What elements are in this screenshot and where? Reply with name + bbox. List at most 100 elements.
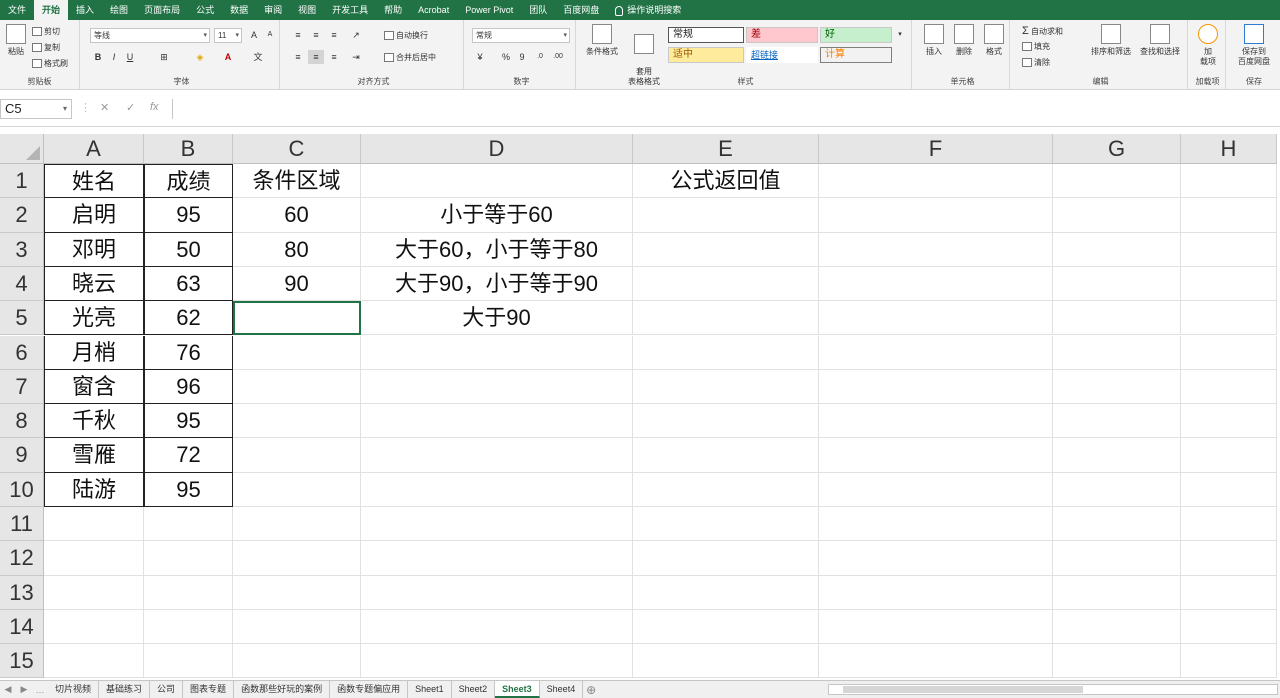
cell-g6[interactable] [1053,335,1181,370]
row-header[interactable]: 11 [0,507,44,542]
cell-f2[interactable] [819,198,1053,233]
column-header[interactable]: C [233,134,361,164]
cell-a12[interactable] [44,541,144,576]
align-top-button[interactable]: ≡ [290,28,306,42]
cell-c11[interactable] [233,507,361,542]
ribbon-tab[interactable]: 绘图 [102,0,136,20]
save-baidu-button[interactable]: 保存到 百度网盘 [1230,20,1278,67]
cell-d11[interactable] [361,507,633,542]
delete-button[interactable]: 删除 [950,20,978,57]
cell-e1[interactable]: 公式返回值 [633,164,819,199]
cell-g11[interactable] [1053,507,1181,542]
ribbon-tab[interactable]: Acrobat [410,0,457,20]
cell-e7[interactable] [633,369,819,405]
cell-e2[interactable] [633,198,819,233]
confirm-button[interactable]: ✓ [126,101,135,114]
cell-a5[interactable]: 光亮 [44,301,144,336]
ribbon-tab[interactable]: 文件 [0,0,34,20]
cell-a11[interactable] [44,507,144,542]
cell-b4[interactable]: 63 [144,266,233,302]
sheet-tab[interactable]: 基础练习 [99,681,151,698]
cell-g13[interactable] [1053,575,1181,610]
column-header[interactable]: B [144,134,233,164]
orientation-button[interactable]: ↗ [348,28,364,42]
cell-e13[interactable] [633,575,819,610]
cell-f1[interactable] [819,164,1053,199]
style-good[interactable]: 好 [820,27,892,43]
ribbon-tab[interactable]: 插入 [68,0,102,20]
style-calc[interactable]: 计算 [820,47,892,63]
cell-b2[interactable]: 95 [144,198,233,233]
cell-d12[interactable] [361,541,633,576]
cell-e10[interactable] [633,472,819,507]
cell-c14[interactable] [233,609,361,645]
cell-b11[interactable] [144,507,233,542]
autosum-button[interactable]: Σ 自动求和 [1022,25,1063,37]
grow-font-button[interactable]: A [246,28,262,42]
copy-button[interactable]: 复制 [32,42,60,53]
ribbon-tab[interactable]: 视图 [290,0,324,20]
cell-c8[interactable] [233,404,361,439]
cell-c10[interactable] [233,472,361,507]
cell-f4[interactable] [819,266,1053,302]
ribbon-tab[interactable]: 开发工具 [324,0,376,20]
row-header[interactable]: 10 [0,472,44,507]
cell-c1[interactable]: 条件区域 [233,164,361,199]
cell-c7[interactable] [233,369,361,405]
column-header[interactable]: D [361,134,633,164]
merge-center-button[interactable]: 合并后居中 [384,52,436,63]
cell-c5[interactable] [233,301,361,336]
cell-d9[interactable] [361,438,633,473]
row-header[interactable]: 12 [0,541,44,576]
number-format-select[interactable]: 常规 ▾ [472,28,570,43]
cell-c4[interactable]: 90 [233,266,361,302]
underline-button[interactable]: U [122,50,138,64]
cell-a15[interactable] [44,644,144,679]
cell-d2[interactable]: 小于等于60 [361,198,633,233]
align-left-button[interactable]: ≡ [290,50,306,64]
row-header[interactable]: 13 [0,575,44,610]
cut-button[interactable]: 剪切 [32,26,60,37]
row-header[interactable]: 15 [0,644,44,679]
cell-d6[interactable] [361,335,633,370]
style-bad[interactable]: 差 [746,27,818,43]
cell-b7[interactable]: 96 [144,369,233,405]
clear-button[interactable]: 清除 [1022,57,1050,68]
align-center-button[interactable]: ≡ [308,50,324,64]
cell-e12[interactable] [633,541,819,576]
cell-f5[interactable] [819,301,1053,336]
cell-b5[interactable]: 62 [144,301,233,336]
more-icon[interactable]: … [32,685,48,695]
sort-filter-button[interactable]: 排序和筛选 [1088,20,1134,57]
cell-a7[interactable]: 窗含 [44,369,144,405]
row-header[interactable]: 5 [0,301,44,336]
cell-b3[interactable]: 50 [144,232,233,267]
cell-f15[interactable] [819,644,1053,679]
cell-a1[interactable]: 姓名 [44,164,144,199]
sheet-tab[interactable]: Sheet1 [408,681,452,698]
phonetic-button[interactable]: 文 [250,50,266,64]
cell-h5[interactable] [1181,301,1277,336]
row-header[interactable]: 2 [0,198,44,233]
cell-h14[interactable] [1181,609,1277,645]
cell-e4[interactable] [633,266,819,302]
percent-button[interactable]: % [498,50,514,64]
decrease-decimal-button[interactable]: .00 [550,50,566,64]
cell-a13[interactable] [44,575,144,610]
cell-h8[interactable] [1181,404,1277,439]
horizontal-scrollbar[interactable] [828,684,1278,695]
italic-button[interactable]: I [106,50,122,64]
cell-c13[interactable] [233,575,361,610]
cell-a9[interactable]: 雪雁 [44,438,144,473]
paste-button[interactable]: 粘贴 [2,20,30,57]
border-button[interactable]: ⊞ [156,50,172,64]
cell-a2[interactable]: 启明 [44,198,144,233]
column-header[interactable]: E [633,134,819,164]
sheet-tab[interactable]: 函数那些好玩的案例 [234,681,331,698]
cell-c2[interactable]: 60 [233,198,361,233]
row-header[interactable]: 3 [0,232,44,267]
cancel-button[interactable]: ✕ [100,101,109,114]
cell-f7[interactable] [819,369,1053,405]
indent-button[interactable]: ⇥ [348,50,364,64]
cell-a3[interactable]: 邓明 [44,232,144,267]
